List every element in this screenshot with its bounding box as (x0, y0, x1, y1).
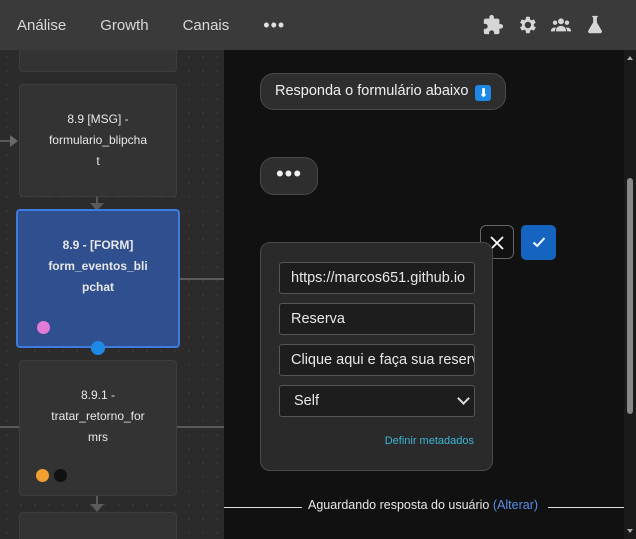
flow-node-previous[interactable] (19, 50, 177, 72)
scroll-up-arrow-icon[interactable] (627, 56, 633, 60)
down-arrow-emoji-icon: ⬇ (475, 85, 492, 101)
flow-node-tratar-retorno[interactable]: 8.9.1 - tratar_retorno_for mrs (19, 360, 177, 496)
tag-dot-pink (37, 321, 50, 334)
form-card: https://marcos651.github.io Reserva Cliq… (260, 242, 493, 471)
gear-icon[interactable] (516, 14, 538, 36)
node-label-line: pchat (81, 280, 114, 294)
node-title: 8.9 - [FORM] (62, 238, 134, 252)
flow-node-msg[interactable]: 8.9 [MSG] - formulario_blipcha t (19, 84, 177, 197)
nav-left: Análise Growth Canais ••• (0, 0, 302, 50)
output-connector-handle[interactable] (91, 341, 105, 355)
chat-preview-panel: Responda o formulário abaixo ⬇ ••• https… (224, 50, 624, 539)
status-text-wrapper: Aguardando resposta do usuário (Alterar) (308, 498, 538, 512)
divider-right (548, 507, 624, 508)
bot-message-bubble: Responda o formulário abaixo ⬇ (260, 73, 507, 110)
team-icon[interactable] (550, 14, 572, 36)
flow-canvas[interactable]: 8.9 [MSG] - formulario_blipcha t 8.9 - [… (0, 50, 224, 539)
node-label-line: tratar_retorno_for (51, 409, 145, 423)
chat-scrollbar[interactable] (624, 50, 636, 539)
flask-icon[interactable] (584, 14, 606, 36)
status-text: Aguardando resposta do usuário (308, 498, 490, 512)
scroll-down-arrow-icon[interactable] (627, 529, 633, 533)
action-text-field[interactable]: Clique aqui e faça sua reserva (279, 344, 475, 376)
node-label-line: mrs (88, 430, 108, 444)
node-label-line: t (96, 154, 100, 168)
node-label-line: formulario_blipcha (48, 133, 148, 147)
select-value: Self (294, 393, 319, 409)
nav-canais[interactable]: Canais (183, 17, 230, 34)
more-options-icon[interactable]: ••• (263, 15, 285, 36)
node-label-line: form_eventos_bli (48, 259, 148, 273)
node-title: 8.9.1 - (80, 388, 116, 402)
change-link[interactable]: (Alterar) (493, 498, 538, 512)
waiting-status: Aguardando resposta do usuário (Alterar) (224, 498, 624, 518)
side-connector-line (0, 426, 19, 428)
connector-arrow-icon (90, 504, 104, 512)
tag-dot-black (54, 469, 67, 482)
side-connector-line-right (177, 426, 224, 428)
nav-right (482, 0, 606, 50)
confirm-button[interactable] (521, 225, 556, 260)
scroll-thumb[interactable] (627, 178, 633, 414)
title-field[interactable]: Reserva (279, 303, 475, 335)
incoming-connector-line-right (180, 278, 224, 280)
target-select[interactable]: Self (279, 385, 475, 417)
chevron-down-icon (457, 392, 470, 405)
url-field[interactable]: https://marcos651.github.io (279, 262, 475, 294)
top-navbar: Análise Growth Canais ••• (0, 0, 636, 50)
divider-left (224, 507, 302, 508)
check-icon (532, 237, 545, 248)
puzzle-icon[interactable] (482, 14, 504, 36)
tag-dot-orange (36, 469, 49, 482)
nav-growth[interactable]: Growth (100, 17, 148, 34)
nav-analise[interactable]: Análise (17, 17, 66, 34)
flow-node-form-selected[interactable]: 8.9 - [FORM] form_eventos_bli pchat (16, 209, 180, 348)
bot-message-text: Responda o formulário abaixo (275, 83, 469, 99)
flow-node-next[interactable] (19, 512, 177, 539)
define-metadata-link[interactable]: Definir metadados (385, 435, 474, 447)
incoming-arrow-icon (10, 135, 18, 147)
node-title: 8.9 [MSG] - (67, 112, 129, 126)
typing-indicator: ••• (260, 157, 318, 195)
